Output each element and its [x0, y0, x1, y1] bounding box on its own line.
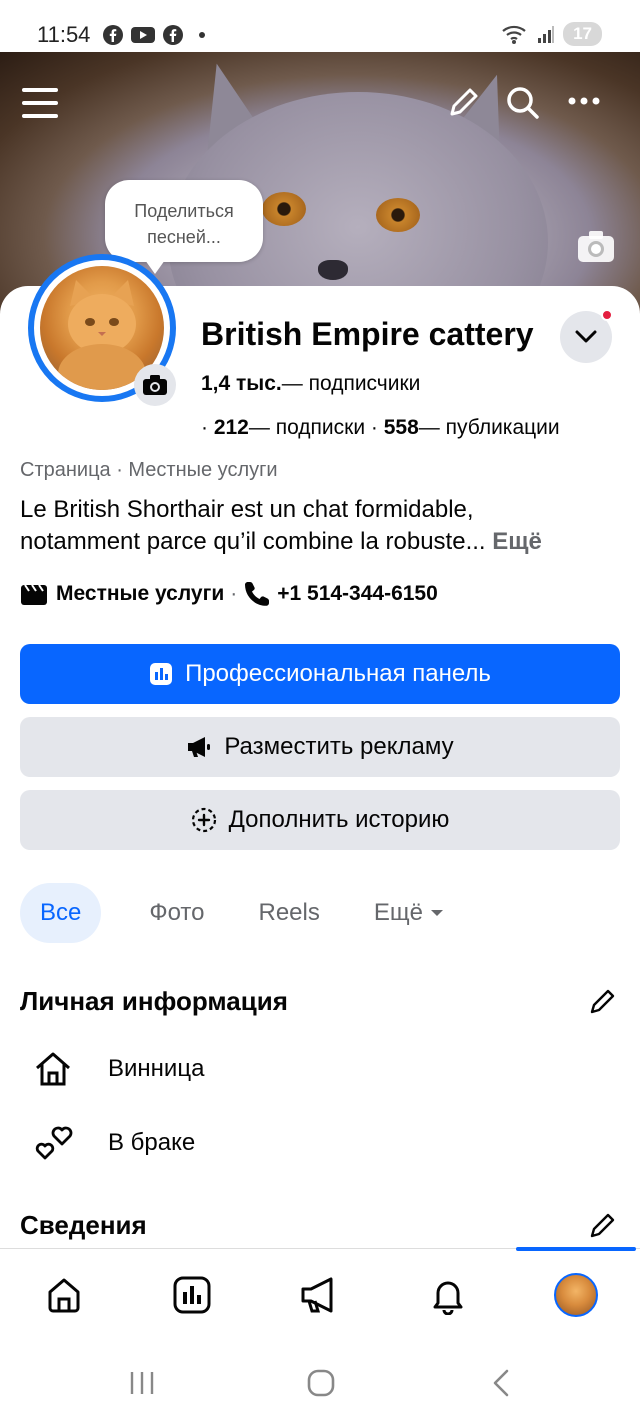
- avatar-camera-button[interactable]: [134, 364, 176, 406]
- share-song-bubble[interactable]: Поделиться песней...: [105, 180, 263, 274]
- followers-label: — подписчики: [281, 372, 421, 395]
- cover-cat-eye: [376, 198, 420, 232]
- system-navigation-bar: [0, 1344, 640, 1422]
- bio-more-link[interactable]: Ещё: [492, 528, 542, 555]
- edit-pencil-icon[interactable]: [448, 86, 480, 118]
- phone-number[interactable]: +1 514-344-6150: [277, 582, 438, 606]
- status-bar: 11:54 17: [0, 0, 640, 52]
- city-text: Винница: [108, 1055, 205, 1082]
- followers-stat[interactable]: 1,4 тыс.— подписчики: [201, 372, 420, 396]
- bio: Le British Shorthair est un chat formida…: [20, 494, 620, 558]
- info-row-relationship: В браке: [32, 1122, 195, 1164]
- status-time: 11:54: [37, 22, 91, 47]
- recent-apps-icon[interactable]: [128, 1370, 156, 1396]
- tab-label: Фото: [149, 899, 205, 926]
- dashboard-icon: [150, 663, 173, 685]
- tab-label: Reels: [258, 899, 320, 926]
- advertise-button[interactable]: Разместить рекламу: [20, 717, 620, 777]
- youtube-notification-icon: [131, 27, 155, 43]
- dashboard-icon: [173, 1276, 211, 1314]
- tab-photos[interactable]: Фото: [129, 883, 224, 943]
- facebook-notification-icon: [103, 25, 123, 45]
- bio-line: notamment parce qu’il combine la robuste…: [20, 528, 486, 555]
- add-story-label: Дополнить историю: [228, 806, 450, 833]
- following-label[interactable]: — подписки: [249, 416, 365, 439]
- camera-icon: [143, 375, 167, 395]
- back-icon[interactable]: [490, 1368, 512, 1398]
- edit-icon[interactable]: [588, 986, 618, 1016]
- active-tab-indicator: [516, 1247, 636, 1251]
- facebook-notification-icon-2: [163, 25, 183, 45]
- nav-avatar: [554, 1273, 598, 1317]
- info-row-city: Винница: [32, 1048, 204, 1090]
- clapperboard-icon: [21, 584, 47, 605]
- following-count[interactable]: 212: [214, 416, 249, 439]
- wifi-icon: [502, 25, 526, 44]
- add-story-icon: [191, 807, 216, 833]
- notification-icons: [102, 24, 208, 46]
- search-icon[interactable]: [506, 86, 540, 120]
- tab-label: Ещё: [373, 899, 423, 926]
- notification-dot: [601, 309, 613, 321]
- cover-cat-nose: [318, 260, 348, 280]
- caret-down-icon: [430, 910, 443, 916]
- profile-tabs: Все Фото Reels Ещё: [20, 883, 465, 943]
- megaphone-icon: [301, 1277, 333, 1313]
- following-posts-stats: · 212— подписки · 558— публикации: [201, 416, 560, 439]
- battery-level: 17: [563, 22, 602, 46]
- edit-icon[interactable]: [588, 1210, 618, 1240]
- page-category: Страница · Местные услуги: [20, 459, 278, 481]
- tab-more[interactable]: Ещё: [354, 883, 465, 943]
- page-name: British Empire cattery: [201, 316, 534, 352]
- nav-home[interactable]: [42, 1273, 86, 1317]
- contact-row: Местные услуги · +1 514-344-6150: [20, 580, 438, 608]
- dot-icon: [199, 32, 205, 38]
- details-title: Сведения: [20, 1210, 147, 1240]
- posts-count[interactable]: 558: [384, 416, 419, 439]
- phone-icon: [245, 582, 270, 606]
- nav-notifications[interactable]: [426, 1273, 470, 1317]
- add-story-button[interactable]: Дополнить историю: [20, 790, 620, 850]
- advertise-label: Разместить рекламу: [224, 733, 454, 760]
- system-icons: 17: [501, 22, 602, 46]
- hearts-icon: [35, 1126, 73, 1160]
- followers-count: 1,4 тыс.: [201, 372, 282, 395]
- share-song-label: Поделиться песней...: [134, 201, 234, 247]
- nav-ads[interactable]: [298, 1273, 342, 1317]
- professional-dashboard-button[interactable]: Профессиональная панель: [20, 644, 620, 704]
- cover-cat-eye: [262, 192, 306, 226]
- professional-dashboard-label: Профессиональная панель: [185, 660, 491, 687]
- signal-icon: [538, 26, 555, 43]
- bio-line: Le British Shorthair est un chat formida…: [20, 496, 474, 523]
- bottom-nav: [0, 1247, 640, 1344]
- cover-camera-icon[interactable]: [576, 228, 616, 264]
- relationship-text: В браке: [108, 1129, 196, 1156]
- tab-all[interactable]: Все: [20, 883, 102, 943]
- home-button-icon[interactable]: [306, 1368, 336, 1398]
- home-icon: [36, 1052, 70, 1086]
- more-options-icon[interactable]: [568, 96, 600, 106]
- nav-profile[interactable]: [554, 1273, 598, 1317]
- chevron-down-icon: [575, 330, 597, 343]
- nav-dashboard[interactable]: [170, 1273, 214, 1317]
- menu-icon[interactable]: [22, 86, 58, 120]
- contact-category[interactable]: Местные услуги: [56, 582, 224, 606]
- bell-icon: [433, 1281, 463, 1315]
- tab-label: Все: [40, 899, 82, 926]
- megaphone-icon: [188, 737, 211, 757]
- posts-label[interactable]: — публикации: [419, 416, 560, 439]
- home-icon: [48, 1278, 80, 1313]
- personal-info-title: Личная информация: [20, 986, 288, 1016]
- tab-reels[interactable]: Reels: [239, 883, 340, 943]
